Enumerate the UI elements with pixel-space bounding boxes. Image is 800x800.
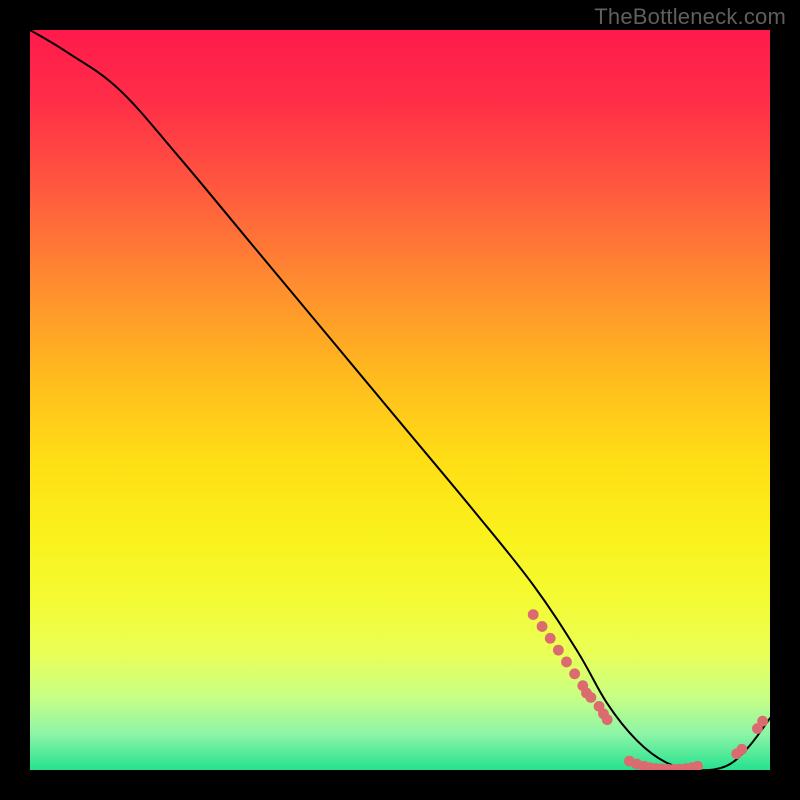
data-point bbox=[545, 633, 556, 644]
chart-curve bbox=[30, 30, 770, 770]
data-point bbox=[586, 692, 597, 703]
data-point bbox=[692, 761, 703, 770]
chart-area bbox=[30, 30, 770, 770]
data-point bbox=[528, 609, 539, 620]
data-point bbox=[569, 668, 580, 679]
data-point bbox=[553, 645, 564, 656]
data-point bbox=[537, 621, 548, 632]
data-point bbox=[736, 744, 747, 755]
data-point bbox=[602, 714, 613, 725]
data-point bbox=[757, 716, 768, 727]
chart-overlay bbox=[30, 30, 770, 770]
watermark-text: TheBottleneck.com bbox=[594, 4, 786, 30]
data-point bbox=[561, 657, 572, 668]
chart-points bbox=[528, 609, 768, 770]
